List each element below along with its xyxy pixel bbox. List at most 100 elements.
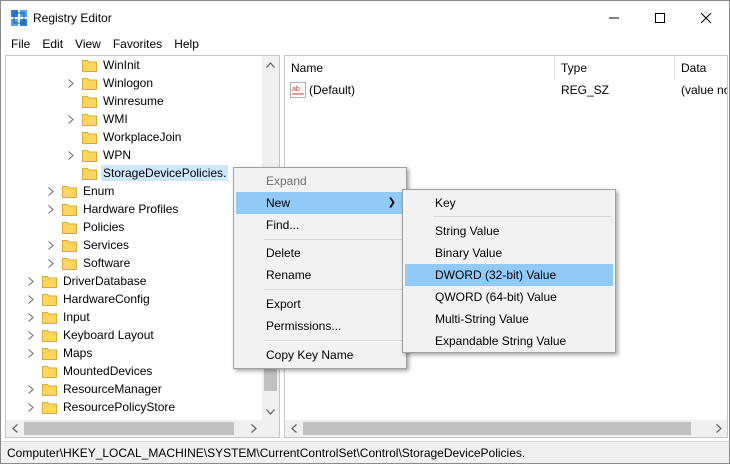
column-header-data[interactable]: Data xyxy=(675,56,727,80)
chevron-left-icon xyxy=(11,424,18,433)
tree-item[interactable]: Software xyxy=(46,254,132,272)
folder-icon xyxy=(82,59,97,72)
tree-item[interactable]: HardwareConfig xyxy=(26,290,152,308)
folder-icon xyxy=(82,167,97,180)
menu-item-permissions[interactable]: Permissions... xyxy=(236,315,404,337)
tree-item[interactable]: StorageDevicePolicies. xyxy=(66,164,229,182)
tree-item-label: Policies xyxy=(83,220,125,234)
scroll-down-button[interactable] xyxy=(262,403,279,420)
tree-item[interactable]: WinInit xyxy=(66,56,142,74)
expand-chevron-icon[interactable] xyxy=(26,398,36,416)
menu-help[interactable]: Help xyxy=(168,34,205,54)
submenu-item-binary-value[interactable]: Binary Value xyxy=(405,242,613,264)
scroll-right-button[interactable] xyxy=(245,420,262,437)
expand-chevron-icon[interactable] xyxy=(66,146,76,164)
menu-item-copy-key-name[interactable]: Copy Key Name xyxy=(236,344,404,366)
tree-connector xyxy=(66,164,76,182)
menu-item-expand[interactable]: Expand xyxy=(236,170,404,192)
folder-icon xyxy=(82,113,97,126)
expand-chevron-icon[interactable] xyxy=(26,308,36,326)
menu-view[interactable]: View xyxy=(69,34,107,54)
tree-item[interactable]: WMI xyxy=(66,110,130,128)
tree-item-label: WPN xyxy=(103,148,131,162)
folder-icon xyxy=(82,131,97,144)
menu-item-delete[interactable]: Delete xyxy=(236,242,404,264)
tree-item[interactable]: Winlogon xyxy=(66,74,155,92)
expand-chevron-icon[interactable] xyxy=(66,74,76,92)
close-button[interactable] xyxy=(683,1,729,34)
tree-item-label: Services xyxy=(83,238,130,252)
scroll-left-button[interactable] xyxy=(6,420,23,437)
tree-item[interactable]: Policies xyxy=(46,218,126,236)
tree-item[interactable]: Maps xyxy=(26,344,94,362)
value-type: REG_SZ xyxy=(561,83,610,97)
tree-item[interactable]: Winresume xyxy=(66,92,166,110)
expand-chevron-icon[interactable] xyxy=(26,290,36,308)
tree-item-label: StorageDevicePolicies. xyxy=(101,165,229,181)
tree-hscroll-thumb[interactable] xyxy=(24,422,234,435)
expand-chevron-icon[interactable] xyxy=(46,254,56,272)
submenu-item-dword-value[interactable]: DWORD (32-bit) Value xyxy=(405,264,613,286)
window-title: Registry Editor xyxy=(33,11,112,25)
tree-item[interactable]: WorkplaceJoin xyxy=(66,128,183,146)
tree-item[interactable]: Services xyxy=(46,236,131,254)
values-scroll-left-button[interactable] xyxy=(285,420,302,437)
tree-item-label: MountedDevices xyxy=(63,364,153,378)
tree-item[interactable]: WPN xyxy=(66,146,133,164)
minimize-button[interactable] xyxy=(591,1,637,34)
expand-chevron-icon[interactable] xyxy=(26,272,36,290)
expand-chevron-icon[interactable] xyxy=(66,110,76,128)
folder-icon xyxy=(82,149,97,162)
expand-chevron-icon[interactable] xyxy=(46,182,56,200)
column-header-type[interactable]: Type xyxy=(555,56,675,80)
expand-chevron-icon[interactable] xyxy=(46,236,56,254)
menu-item-find[interactable]: Find... xyxy=(236,214,404,236)
tree-item[interactable]: Keyboard Layout xyxy=(26,326,156,344)
expand-chevron-icon[interactable] xyxy=(26,380,36,398)
tree-item[interactable]: ResourcePolicyStore xyxy=(26,398,177,416)
tree-item-label: ResourceManager xyxy=(63,382,162,396)
tree-item-label: Input xyxy=(63,310,90,324)
menu-favorites[interactable]: Favorites xyxy=(107,34,168,54)
menu-item-new-label: New xyxy=(266,196,291,210)
tree-item[interactable]: Input xyxy=(26,308,92,326)
column-header-name[interactable]: Name xyxy=(285,56,555,80)
values-horizontal-scrollbar[interactable] xyxy=(285,420,727,437)
tree-item[interactable]: ResourceManager xyxy=(26,380,164,398)
tree-item[interactable]: MountedDevices xyxy=(26,362,154,380)
menu-separator xyxy=(264,289,404,290)
expand-chevron-icon[interactable] xyxy=(26,344,36,362)
menu-edit[interactable]: Edit xyxy=(36,34,69,54)
menu-item-new[interactable]: New ❯ xyxy=(236,192,404,214)
new-submenu: Key String Value Binary Value DWORD (32-… xyxy=(402,189,616,353)
submenu-item-expandable-string-value[interactable]: Expandable String Value xyxy=(405,330,613,352)
tree-connector xyxy=(26,362,36,380)
scroll-up-button[interactable] xyxy=(262,56,279,73)
menu-file[interactable]: File xyxy=(5,34,36,54)
value-row[interactable]: ab (Default) REG_SZ (value not set) xyxy=(285,81,727,99)
tree-horizontal-scrollbar[interactable] xyxy=(6,420,279,437)
folder-icon xyxy=(42,401,57,414)
tree-item-label: Winlogon xyxy=(103,76,154,90)
expand-chevron-icon[interactable] xyxy=(46,200,56,218)
tree-item[interactable]: Enum xyxy=(46,182,116,200)
tree-item-label: Software xyxy=(83,256,131,270)
menu-item-rename[interactable]: Rename xyxy=(236,264,404,286)
expand-chevron-icon[interactable] xyxy=(26,326,36,344)
menu-item-export[interactable]: Export xyxy=(236,293,404,315)
values-scroll-right-button[interactable] xyxy=(710,420,727,437)
tree-item[interactable]: Hardware Profiles xyxy=(46,200,180,218)
value-name: (Default) xyxy=(309,83,356,97)
submenu-item-key[interactable]: Key xyxy=(405,192,613,214)
submenu-item-string-value[interactable]: String Value xyxy=(405,220,613,242)
submenu-item-qword-value[interactable]: QWORD (64-bit) Value xyxy=(405,286,613,308)
minimize-icon xyxy=(609,17,619,18)
chevron-down-icon xyxy=(266,408,275,415)
values-list-header: Name Type Data xyxy=(285,56,727,80)
maximize-button[interactable] xyxy=(637,1,683,34)
tree-item[interactable]: DriverDatabase xyxy=(26,272,148,290)
registry-editor-window: Registry Editor File Edit View Favorites… xyxy=(0,0,730,464)
submenu-item-multi-string-value[interactable]: Multi-String Value xyxy=(405,308,613,330)
values-hscroll-thumb[interactable] xyxy=(303,422,691,435)
title-bar: Registry Editor xyxy=(1,1,729,34)
